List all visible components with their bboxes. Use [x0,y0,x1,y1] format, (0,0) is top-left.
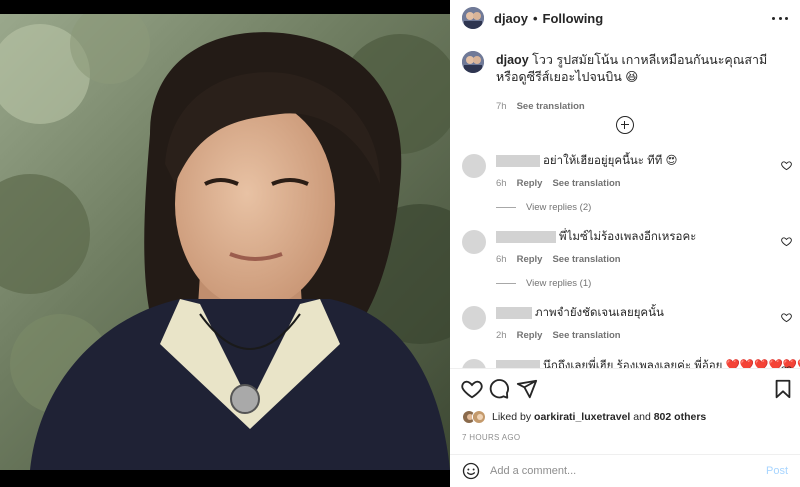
caption-avatar[interactable] [462,51,484,73]
author-username[interactable]: djaoy [494,11,528,26]
reply-button[interactable]: Reply [517,330,543,341]
comment-time[interactable]: 2h [496,330,507,341]
commenter-avatar[interactable] [462,359,486,368]
reply-button[interactable]: Reply [517,254,543,265]
post-media[interactable] [0,0,450,487]
following-button[interactable]: Following [543,11,604,26]
likes-prefix: Liked by [492,411,532,423]
commenter-username-redacted[interactable] [496,155,540,167]
share-icon[interactable] [516,378,538,400]
comment-text: ภาพจำยังชัดเจนเลยยุคนั้น [535,307,664,319]
likes-text: Liked by oarkirati_luxetravel and 802 ot… [492,411,706,423]
view-replies-button[interactable]: View replies (2) [496,202,591,213]
comment-item: ภาพจำยังชัดเจนเลยยุคนั้น 2h Reply See tr… [462,306,792,366]
likes-others-link[interactable]: 802 others [654,411,707,423]
like-comment-icon[interactable] [781,312,792,323]
caption-body: โวว รูปสมัยโน้น เกาหลีเหมือนกันนะคุณสามี… [496,53,768,84]
comment-item: นึกถึงเลยพี่เฮีย ร้องเพลงเลยค่ะ พี่อ้อย … [462,359,800,368]
comment-text: อย่าให้เฮียอยู่ยุคนี้นะ ทีที 😍 [543,155,678,167]
likes-joiner: and [633,411,651,423]
commenter-username-redacted[interactable] [496,307,532,319]
comment-text: พี่ไมซ์ไม่ร้องเพลงอีกเหรอคะ [559,231,697,243]
comments-list[interactable]: djaoy โวว รูปสมัยโน้น เกาหลีเหมือนกันนะค… [450,37,800,368]
commenter-avatar[interactable] [462,306,486,330]
heart-icon[interactable] [461,378,483,400]
comment-time[interactable]: 6h [496,178,507,189]
see-translation-button[interactable]: See translation [552,178,620,189]
like-comment-icon[interactable] [781,160,792,171]
actions-divider [450,368,800,369]
post-photo[interactable] [0,14,450,470]
commenter-avatar[interactable] [462,154,486,178]
bookmark-icon[interactable] [772,378,794,400]
caption-username[interactable]: djaoy [496,53,529,67]
add-comment-bar: Post [450,454,800,487]
comment-item: อย่าให้เฮียอยู่ยุคนี้นะ ทีที 😍 6h Reply … [462,154,792,214]
more-options-icon[interactable] [772,10,788,26]
comment-text: นึกถึงเลยพี่เฮีย ร้องเพลงเลยค่ะ พี่อ้อย … [543,360,800,368]
comment-item: พี่ไมซ์ไม่ร้องเพลงอีกเหรอคะ 6h Reply See… [462,230,792,290]
like-comment-icon[interactable] [781,236,792,247]
caption-see-translation[interactable]: See translation [517,101,585,112]
view-replies-label: View replies (2) [526,202,592,213]
comment-icon[interactable] [488,378,510,400]
author-avatar[interactable] [462,7,484,29]
header-separator: • [532,10,538,26]
comment-meta: 6h Reply See translation [496,254,621,265]
reply-button[interactable]: Reply [517,178,543,189]
post-actions-bar [450,378,800,402]
replies-divider [496,207,516,208]
likes-summary: Liked by oarkirati_luxetravel and 802 ot… [462,410,706,424]
post-timestamp[interactable]: 7 HOURS AGO [462,433,520,442]
emoji-icon[interactable] [462,462,480,480]
comment-time[interactable]: 6h [496,254,507,265]
load-more-comments-icon[interactable] [616,116,634,134]
view-replies-button[interactable]: View replies (1) [496,278,591,289]
comment-meta: 2h Reply See translation [496,330,621,341]
replies-divider [496,283,516,284]
caption-time[interactable]: 7h [496,101,507,112]
comment-meta: 6h Reply See translation [496,178,621,189]
caption-meta: 7h See translation [496,101,585,112]
view-replies-label: View replies (1) [526,278,592,289]
post-comment-button[interactable]: Post [766,465,788,477]
liker-avatar[interactable] [472,410,486,424]
liker-username[interactable]: oarkirati_luxetravel [534,411,630,423]
commenter-avatar[interactable] [462,230,486,254]
post-details-panel: djaoy • Following djaoy โวว รูปสมัยโน้น … [450,0,800,487]
caption-text: djaoy โวว รูปสมัยโน้น เกาหลีเหมือนกันนะค… [496,52,792,86]
commenter-username-redacted[interactable] [496,231,556,243]
see-translation-button[interactable]: See translation [552,254,620,265]
comment-input[interactable] [490,465,750,477]
portrait-photo [0,14,450,470]
see-translation-button[interactable]: See translation [552,330,620,341]
post-header: djaoy • Following [450,0,800,36]
commenter-username-redacted[interactable] [496,360,540,368]
